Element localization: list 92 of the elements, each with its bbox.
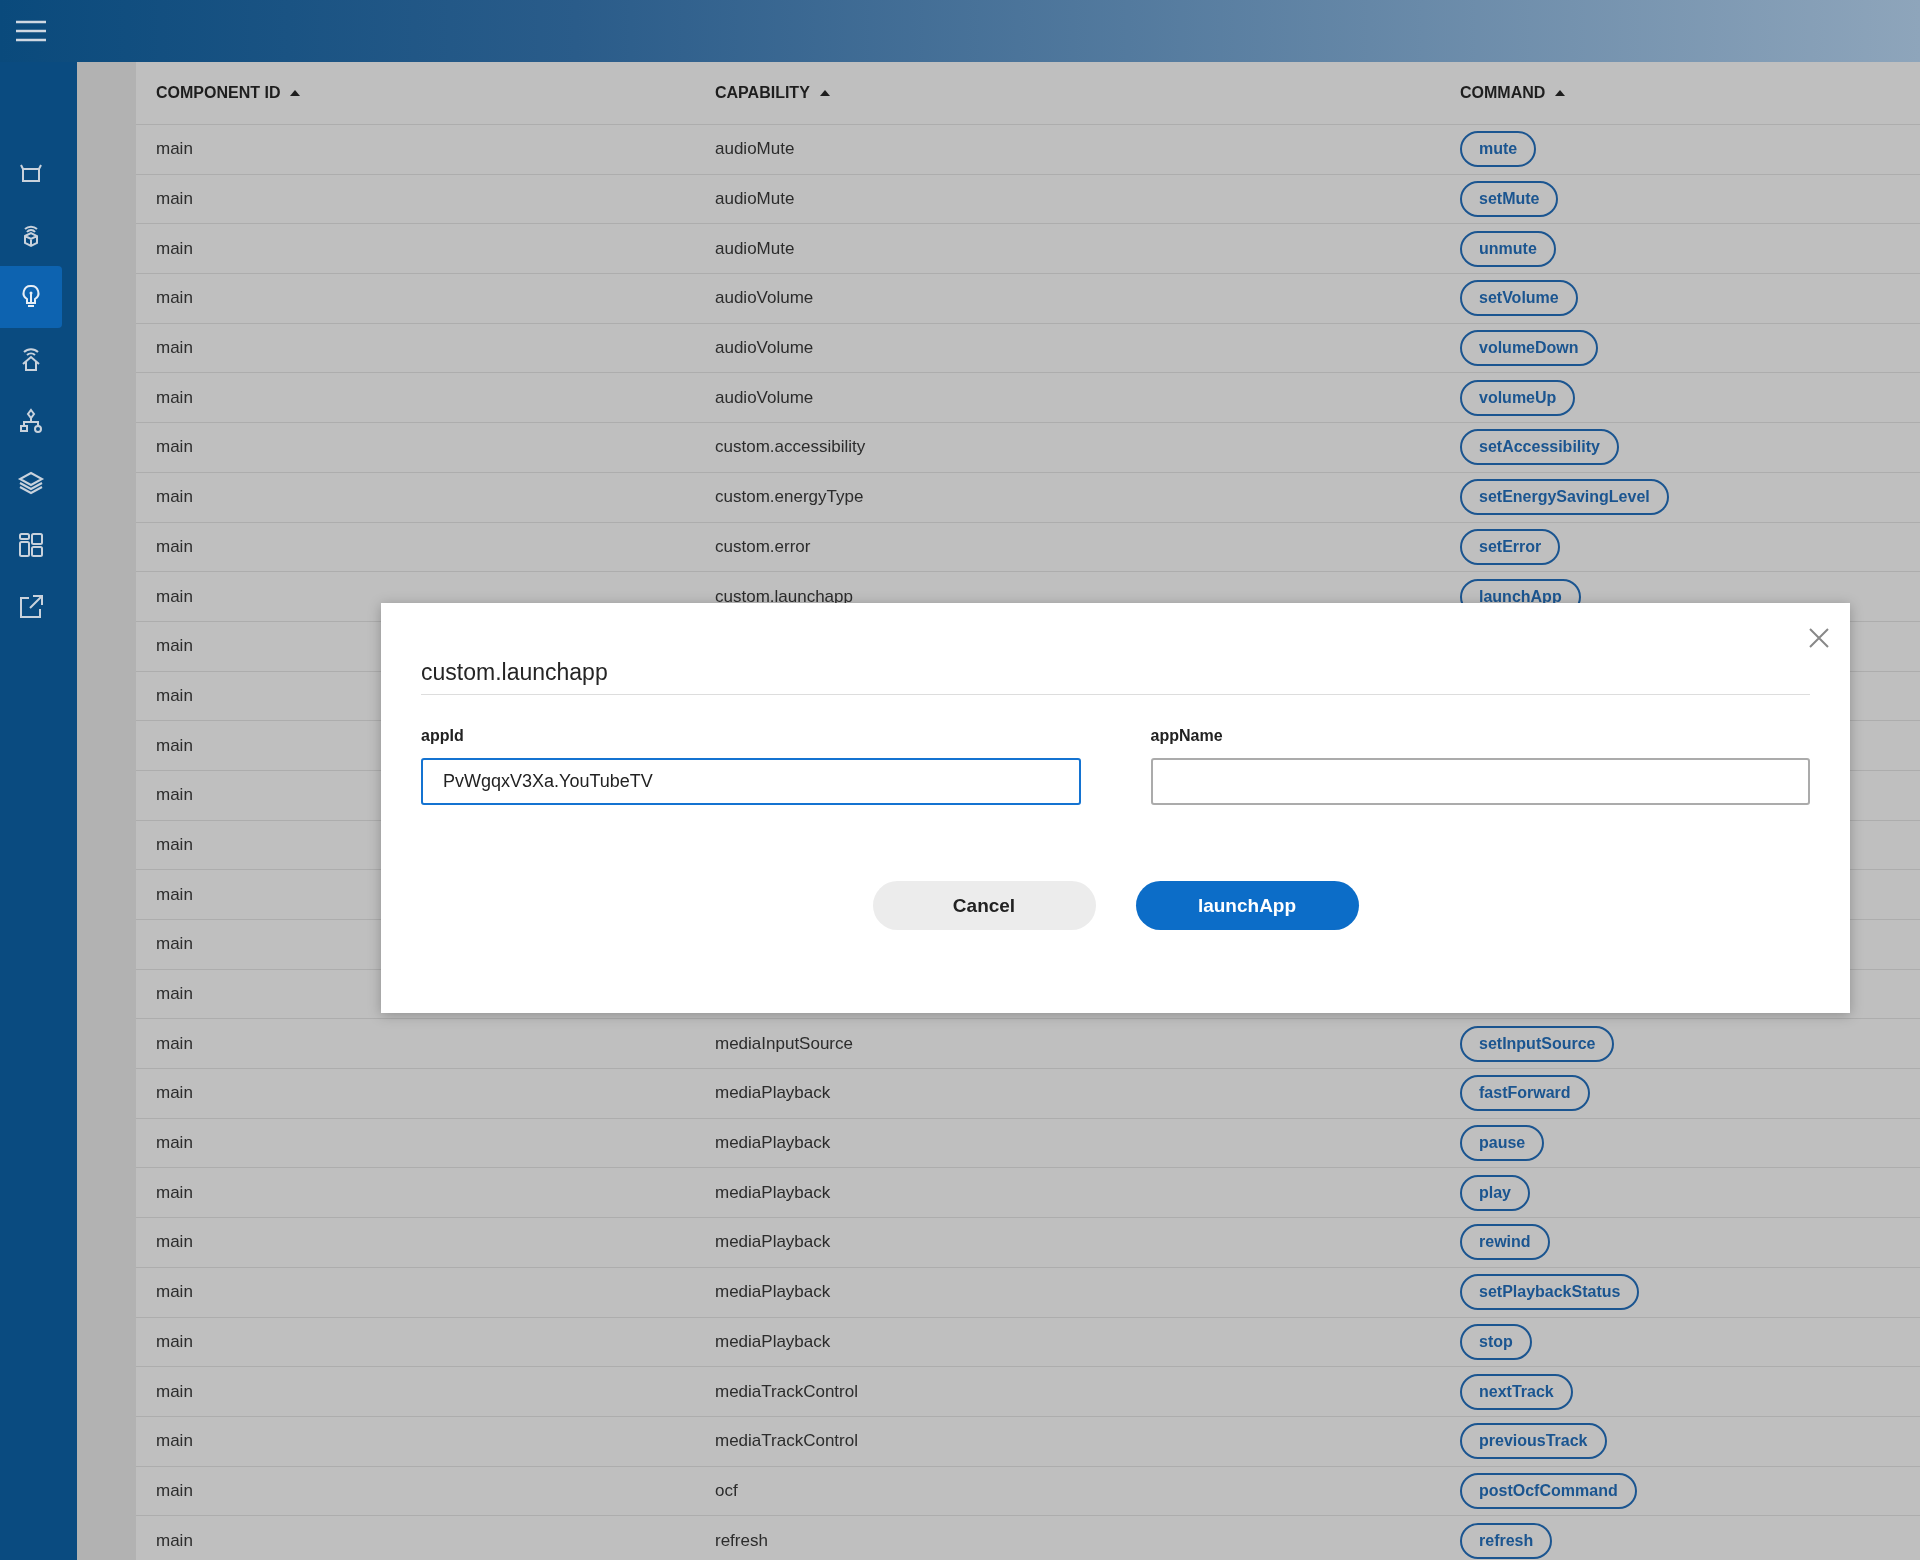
- close-icon: [1808, 627, 1830, 649]
- table-cell-text: main: [155, 636, 193, 657]
- sort-ascending-icon[interactable]: [290, 90, 301, 96]
- table-cell-text: mediaPlayback: [714, 1282, 831, 1303]
- table-cell-text: mediaTrackControl: [714, 1431, 858, 1452]
- table-cell-text: main: [155, 785, 193, 806]
- table-cell-text: main: [155, 1133, 193, 1154]
- table-cell-text: ocf: [714, 1480, 738, 1501]
- command-button[interactable]: setAccessibility: [1460, 429, 1619, 466]
- close-button[interactable]: [1808, 627, 1830, 649]
- table-cell-text: main: [155, 984, 193, 1005]
- command-button[interactable]: fastForward: [1460, 1075, 1590, 1112]
- hierarchy-icon: [17, 407, 45, 435]
- sort-ascending-icon[interactable]: [819, 90, 830, 96]
- table-cell-text: main: [155, 238, 193, 259]
- table-cell-text: main: [155, 487, 193, 508]
- table-cell-text: main: [155, 1282, 193, 1303]
- column-title: COMMAND: [1460, 84, 1546, 102]
- table-cell-text: main: [155, 189, 193, 210]
- input-field[interactable]: [1150, 758, 1810, 805]
- table-cell-text: custom.error: [714, 536, 811, 557]
- table-cell-text: main: [155, 685, 193, 706]
- sidebar-item[interactable]: [0, 266, 62, 328]
- table-cell-text: main: [155, 1381, 193, 1402]
- table-cell-text: main: [155, 1182, 193, 1203]
- field-label: appId: [421, 727, 465, 745]
- command-button[interactable]: rewind: [1460, 1224, 1550, 1261]
- table-cell-text: main: [155, 437, 193, 458]
- table-cell-text: main: [155, 1530, 193, 1551]
- table-cell-text: main: [155, 338, 193, 359]
- command-button[interactable]: refresh: [1460, 1522, 1553, 1559]
- table-cell-text: main: [155, 934, 193, 955]
- sort-ascending-icon[interactable]: [1555, 90, 1566, 96]
- command-button[interactable]: unmute: [1460, 230, 1556, 267]
- command-button[interactable]: setPlaybackStatus: [1460, 1274, 1640, 1311]
- command-button[interactable]: setEnergySavingLevel: [1460, 479, 1669, 516]
- command-button[interactable]: pause: [1460, 1125, 1545, 1162]
- table-cell-text: mediaPlayback: [714, 1182, 831, 1203]
- command-button[interactable]: stop: [1460, 1323, 1532, 1360]
- dashboard-icon: [17, 531, 45, 559]
- table-cell-text: custom.accessibility: [714, 437, 866, 458]
- layers-icon: [17, 469, 45, 497]
- submit-button[interactable]: launchApp: [1135, 881, 1359, 930]
- table-cell-text: audioVolume: [714, 338, 814, 359]
- table-cell-text: main: [155, 1431, 193, 1452]
- external-link-icon: [17, 593, 45, 621]
- command-button[interactable]: postOcfCommand: [1460, 1472, 1637, 1509]
- command-button[interactable]: volumeUp: [1460, 379, 1576, 416]
- table-cell-text: main: [155, 884, 193, 905]
- cancel-button[interactable]: Cancel: [872, 881, 1096, 930]
- command-button[interactable]: volumeDown: [1460, 330, 1598, 367]
- table-cell-text: refresh: [714, 1530, 768, 1551]
- table-cell-text: audioMute: [714, 238, 795, 259]
- table-cell-text: audioVolume: [714, 288, 814, 309]
- command-button[interactable]: setVolume: [1460, 280, 1578, 317]
- table-cell-text: mediaInputSource: [714, 1033, 853, 1054]
- table-cell-text: main: [155, 387, 193, 408]
- table-cell-text: custom.energyType: [714, 487, 864, 508]
- table-cell-text: audioMute: [714, 189, 795, 210]
- column-title: CAPABILITY: [715, 84, 810, 102]
- dialog-title: custom.launchapp: [421, 659, 1810, 695]
- command-button[interactable]: play: [1460, 1174, 1530, 1211]
- table-cell-text: main: [155, 834, 193, 855]
- table-cell-text: main: [155, 586, 193, 607]
- table-cell-text: main: [155, 288, 193, 309]
- table-cell-text: mediaPlayback: [714, 1232, 831, 1253]
- command-button[interactable]: setInputSource: [1460, 1025, 1615, 1062]
- table-cell-text: custom.launchapp: [714, 586, 853, 607]
- table-cell-text: main: [155, 735, 193, 756]
- field-label: appName: [1150, 727, 1224, 745]
- table-cell-text: mediaPlayback: [714, 1083, 831, 1104]
- table-cell-text: audioMute: [714, 139, 795, 160]
- command-button[interactable]: setMute: [1460, 181, 1559, 218]
- table-cell-text: main: [155, 1480, 193, 1501]
- table-cell-text: main: [155, 1232, 193, 1253]
- table-cell-text: audioVolume: [714, 387, 814, 408]
- menu-icon[interactable]: [14, 19, 48, 43]
- table-cell-text: main: [155, 1331, 193, 1352]
- table-cell-text: main: [155, 1083, 193, 1104]
- table-cell-text: main: [155, 139, 193, 160]
- command-button[interactable]: previousTrack: [1460, 1423, 1607, 1460]
- table-cell-text: mediaPlayback: [714, 1133, 831, 1154]
- table-cell-text: mediaPlayback: [714, 1331, 831, 1352]
- command-button[interactable]: mute: [1460, 131, 1537, 168]
- column-header[interactable]: CAPABILITY: [715, 84, 830, 102]
- table-cell-text: main: [155, 536, 193, 557]
- table-cell-text: mediaTrackControl: [714, 1381, 858, 1402]
- table-cell-text: main: [155, 1033, 193, 1054]
- command-button[interactable]: setError: [1460, 528, 1561, 565]
- command-button[interactable]: nextTrack: [1460, 1373, 1573, 1410]
- input-field[interactable]: PvWgqxV3Xa.YouTubeTV: [421, 758, 1081, 805]
- column-header[interactable]: COMMAND: [1460, 84, 1566, 102]
